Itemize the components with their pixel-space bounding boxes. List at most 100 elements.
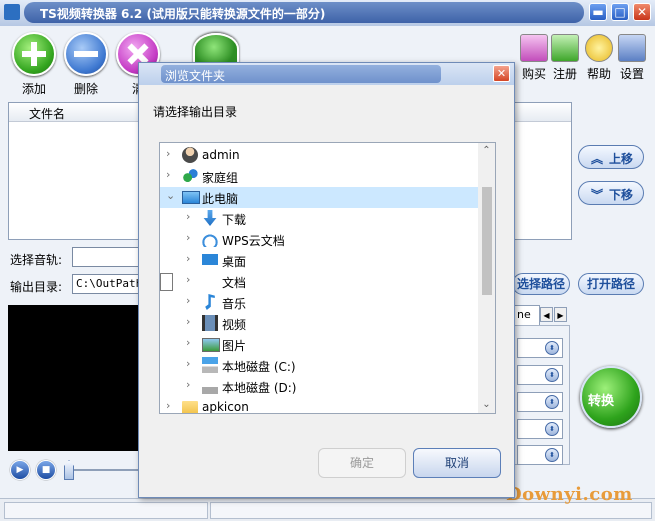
play-icon[interactable]: ▶ (10, 460, 30, 480)
user-icon (182, 147, 198, 163)
register-button[interactable]: 注册 (547, 34, 583, 82)
move-up-button[interactable]: ︽ 上移 (578, 145, 644, 169)
tab-scroll-left-icon[interactable]: ◀ (540, 307, 553, 322)
tree-item[interactable]: › 音乐 (160, 292, 478, 313)
params-panel: ⬍ ⬍ ⬍ ⬍ ⬍ (510, 325, 570, 465)
tree-item-label: 本地磁盘 (D:) (222, 381, 297, 395)
chevron-right-icon[interactable]: › (166, 400, 176, 412)
param-spinner[interactable]: ⬍ (517, 365, 563, 385)
spinner-updown-icon[interactable]: ⬍ (545, 368, 559, 382)
output-dir-input[interactable]: C:\OutPath (72, 274, 144, 294)
dialog-title-pill: 浏览文件夹 (161, 65, 441, 83)
spinner-updown-icon[interactable]: ⬍ (545, 448, 559, 462)
tree-item[interactable]: › 家庭组 (160, 166, 478, 187)
convert-label: 转换 (588, 394, 615, 409)
picture-icon (202, 338, 220, 352)
folder-tree-rows: › admin › 家庭组 ⌄ 此电脑 › 下载 › WPS云文档 › 桌面 › 文档 › 音乐 › 视频 › 图片 ›… (160, 145, 478, 413)
output-dir-label: 输出目录: (10, 280, 63, 294)
tree-item-label: 此电脑 (202, 192, 239, 206)
tree-item[interactable]: › 视频 (160, 313, 478, 334)
delete-button[interactable]: 删除 (64, 32, 108, 96)
seek-track[interactable] (74, 469, 138, 471)
tree-item-label: 下载 (222, 213, 247, 227)
param-spinner[interactable]: ⬍ (517, 445, 563, 465)
param-spinner[interactable]: ⬍ (517, 392, 563, 412)
tree-scrollbar[interactable]: ⌃ ⌄ (478, 143, 495, 413)
folder-tree[interactable]: › admin › 家庭组 ⌄ 此电脑 › 下载 › WPS云文档 › 桌面 › 文档 › 音乐 › 视频 › 图片 ›… (159, 142, 496, 414)
audio-track-select[interactable] (72, 247, 144, 267)
tree-item[interactable]: › 本地磁盘 (C:) (160, 355, 478, 376)
convert-button[interactable]: 转换 (580, 366, 642, 428)
minus-icon (64, 32, 108, 76)
title-bar[interactable]: TS视频转换器 6.2 (试用版只能转换源文件的一部分) ▬ □ ✕ (0, 0, 655, 26)
maximize-button[interactable]: □ (611, 3, 629, 21)
ok-button[interactable]: 确定 (318, 448, 406, 478)
settings-button[interactable]: 设置 (614, 34, 650, 82)
tree-item[interactable]: › 桌面 (160, 250, 478, 271)
download-icon (203, 210, 217, 226)
choose-path-button[interactable]: 选择路径 (512, 273, 570, 295)
chevron-right-icon[interactable]: › (166, 169, 176, 181)
spinner-updown-icon[interactable]: ⬍ (545, 395, 559, 409)
chevron-right-icon[interactable]: › (186, 274, 196, 286)
tools-icon (618, 34, 646, 62)
convert-settings-icon[interactable] (193, 33, 239, 65)
spinner-updown-icon[interactable]: ⬍ (545, 422, 559, 436)
scroll-down-icon[interactable]: ⌄ (478, 397, 495, 413)
key-icon (551, 34, 579, 62)
help-button[interactable]: 帮助 (581, 34, 617, 82)
tree-item[interactable]: › 文档 (160, 271, 478, 292)
chevron-right-icon[interactable]: › (186, 358, 196, 370)
drive-icon (202, 378, 218, 394)
stop-icon[interactable]: ■ (36, 460, 56, 480)
tab-scroll-right-icon[interactable]: ▶ (554, 307, 567, 322)
seek-slider-thumb[interactable] (64, 460, 74, 480)
dialog-close-icon[interactable]: ✕ (493, 65, 510, 82)
add-label: 添加 (21, 82, 46, 96)
move-down-button[interactable]: ︾ 下移 (578, 181, 644, 205)
tree-item[interactable]: › apkicon (160, 397, 478, 413)
settings-tab-label: ne (517, 308, 531, 321)
cart-icon (520, 34, 548, 62)
add-button[interactable]: 添加 (12, 32, 56, 96)
tree-item-label: 桌面 (222, 255, 247, 269)
help-icon (585, 34, 613, 62)
chevron-right-icon[interactable]: › (186, 232, 196, 244)
move-down-label: 下移 (609, 188, 634, 202)
watermark-logo: Downyi.com (506, 484, 633, 505)
chevron-right-icon[interactable]: › (186, 253, 196, 265)
computer-icon (182, 191, 200, 204)
tree-item[interactable]: ⌄ 此电脑 (160, 187, 478, 208)
tree-item[interactable]: › admin (160, 145, 478, 166)
tree-item-label: 图片 (222, 339, 247, 353)
dialog-title-bar[interactable]: 浏览文件夹 ✕ (139, 63, 514, 85)
windows-drive-icon (202, 357, 218, 373)
close-button[interactable]: ✕ (633, 3, 651, 21)
param-spinner[interactable]: ⬍ (517, 338, 563, 358)
chevron-right-icon[interactable]: › (186, 337, 196, 349)
scroll-thumb[interactable] (482, 187, 492, 295)
chevron-right-icon[interactable]: › (166, 148, 176, 160)
scroll-up-icon[interactable]: ⌃ (478, 143, 495, 159)
open-path-button[interactable]: 打开路径 (578, 273, 644, 295)
cancel-button[interactable]: 取消 (413, 448, 501, 478)
tree-item[interactable]: › 图片 (160, 334, 478, 355)
spinner-updown-icon[interactable]: ⬍ (545, 341, 559, 355)
settings-tabs: ne ◀ ▶ (510, 305, 570, 326)
tree-item-label: 文档 (222, 276, 247, 290)
chevron-right-icon[interactable]: › (186, 295, 196, 307)
tree-item[interactable]: › 下载 (160, 208, 478, 229)
chevron-down-icon[interactable]: ⌄ (166, 190, 176, 202)
tree-item-label: 音乐 (222, 297, 247, 311)
settings-label: 设置 (619, 67, 644, 81)
chevron-right-icon[interactable]: › (186, 379, 196, 391)
music-icon (205, 294, 215, 310)
param-spinner[interactable]: ⬍ (517, 419, 563, 439)
browse-folder-dialog: 浏览文件夹 ✕ 请选择输出目录 › admin › 家庭组 ⌄ 此电脑 › 下载 › WPS云文档… (138, 62, 515, 498)
tree-item[interactable]: › 本地磁盘 (D:) (160, 376, 478, 397)
chevron-right-icon[interactable]: › (186, 211, 196, 223)
tree-item[interactable]: › WPS云文档 (160, 229, 478, 250)
minimize-button[interactable]: ▬ (589, 3, 607, 21)
column-header-filename[interactable]: 文件名 (29, 105, 65, 122)
chevron-right-icon[interactable]: › (186, 316, 196, 328)
